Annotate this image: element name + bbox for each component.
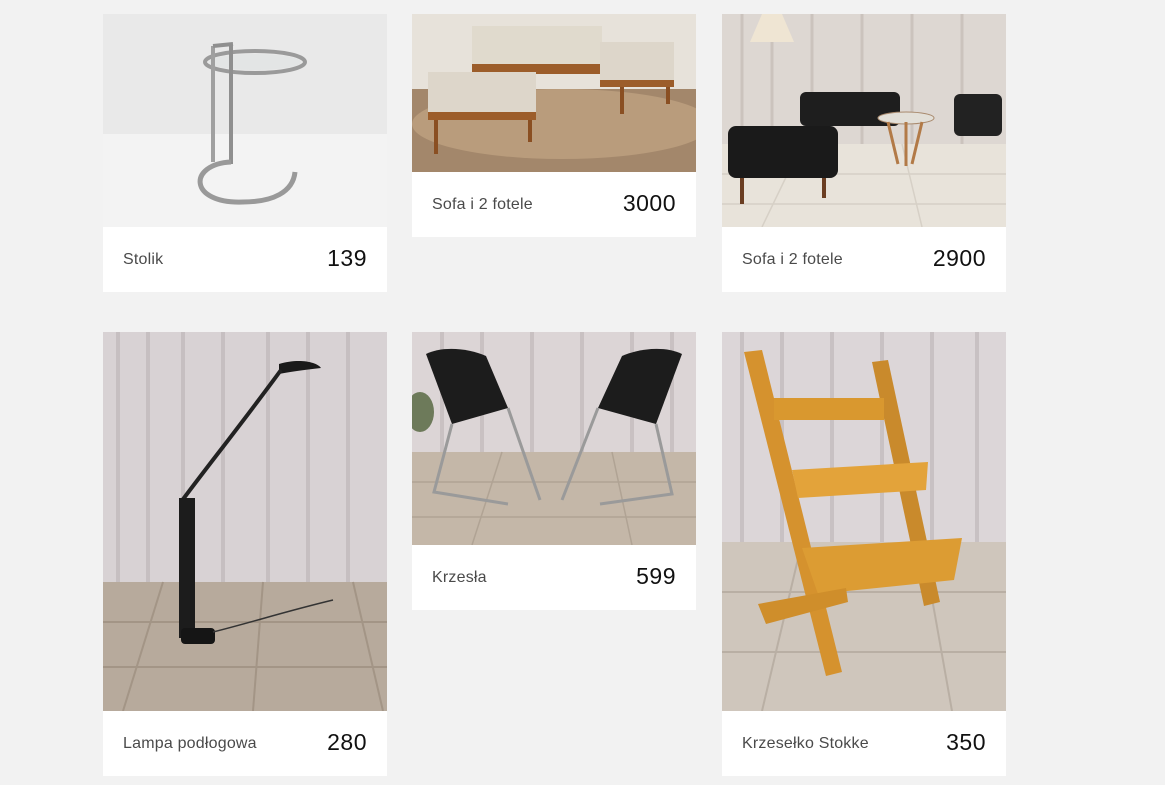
product-caption: Sofa i 2 fotele 2900 bbox=[722, 227, 1006, 292]
product-name: Stolik bbox=[123, 251, 164, 268]
product-price: 350 bbox=[946, 729, 986, 755]
product-price: 3000 bbox=[622, 190, 676, 216]
product-card[interactable]: Lampa podłogowa 280 bbox=[103, 332, 387, 776]
stokke-chair-photo[interactable] bbox=[722, 332, 1006, 711]
product-card[interactable]: Sofa i 2 fotele 3000 bbox=[412, 14, 696, 237]
product-card[interactable]: Krzesła 599 bbox=[412, 332, 696, 610]
product-caption: Stolik 139 bbox=[103, 227, 387, 292]
product-price: 139 bbox=[327, 245, 367, 271]
product-card[interactable]: Krzesełko Stokke 350 bbox=[722, 332, 1006, 776]
glass-side-table-photo[interactable] bbox=[103, 14, 387, 227]
product-caption: Krzesła 599 bbox=[412, 545, 696, 610]
sofa-set-beige-photo[interactable] bbox=[412, 14, 696, 172]
product-price: 2900 bbox=[932, 245, 986, 271]
product-caption: Krzesełko Stokke 350 bbox=[722, 711, 1006, 776]
product-card[interactable]: Stolik 139 bbox=[103, 14, 387, 292]
product-card[interactable]: Sofa i 2 fotele 2900 bbox=[722, 14, 1006, 292]
product-name: Sofa i 2 fotele bbox=[742, 251, 843, 268]
product-caption: Lampa podłogowa 280 bbox=[103, 711, 387, 776]
product-name: Sofa i 2 fotele bbox=[432, 196, 533, 213]
product-name: Lampa podłogowa bbox=[123, 735, 257, 752]
leather-sofa-set-photo[interactable] bbox=[722, 14, 1006, 227]
product-price: 280 bbox=[327, 729, 367, 755]
product-name: Krzesła bbox=[432, 569, 487, 586]
product-caption: Sofa i 2 fotele 3000 bbox=[412, 172, 696, 237]
chairs-photo[interactable] bbox=[412, 332, 696, 545]
floor-lamp-photo[interactable] bbox=[103, 332, 387, 711]
product-name: Krzesełko Stokke bbox=[742, 735, 869, 752]
product-grid: Stolik 139 Sofa i 2 fotele 3000 Sofa i 2… bbox=[0, 0, 1165, 785]
product-price: 599 bbox=[636, 563, 676, 589]
